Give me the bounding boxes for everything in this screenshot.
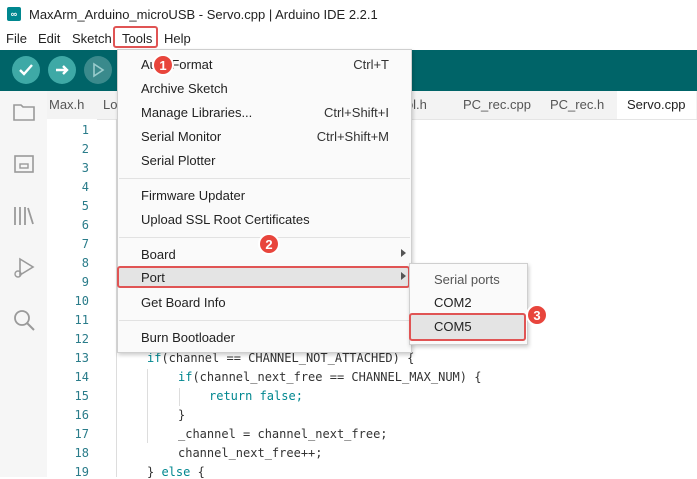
menu-item-port[interactable]: Port (117, 266, 411, 289)
menu-item-get-board-info[interactable]: Get Board Info (118, 292, 411, 314)
line-number: 17 (74, 427, 89, 441)
port-option-com5[interactable]: COM5 (434, 319, 472, 334)
code-line-17: _channel = channel_next_free; (178, 427, 388, 441)
tab-lo[interactable]: Lo (103, 97, 117, 112)
sketchbook-icon[interactable] (11, 99, 37, 125)
library-manager-icon[interactable] (11, 203, 37, 229)
menu-bar: File Edit Sketch Tools Help (0, 28, 697, 50)
menu-edit[interactable]: Edit (38, 31, 60, 46)
menu-item-manage-libraries[interactable]: Manage Libraries... Ctrl+Shift+I (118, 102, 411, 124)
line-number: 12 (74, 332, 89, 346)
debug-icon (93, 62, 105, 78)
boards-manager-icon[interactable] (11, 151, 37, 177)
line-number: 7 (81, 237, 89, 251)
line-number: 18 (74, 446, 89, 460)
line-number: 14 (74, 370, 89, 384)
arduino-logo-icon: ∞ (7, 7, 21, 21)
menu-item-firmware-updater[interactable]: Firmware Updater (118, 185, 411, 207)
debug-button[interactable] (84, 56, 112, 84)
indent-guide (179, 388, 180, 406)
tab-max-h[interactable]: Max.h (49, 97, 84, 112)
tab-servo-cpp[interactable]: Servo.cpp (617, 91, 696, 119)
line-number: 10 (74, 294, 89, 308)
search-icon[interactable] (11, 307, 37, 333)
code-line-14: if(channel_next_free == CHANNEL_MAX_NUM)… (178, 370, 482, 384)
menu-sketch[interactable]: Sketch (72, 31, 112, 46)
window-title: MaxArm_Arduino_microUSB - Servo.cpp | Ar… (29, 6, 378, 22)
tab-pc-rec-cpp[interactable]: PC_rec.cpp (463, 97, 531, 112)
title-bar: ∞ MaxArm_Arduino_microUSB - Servo.cpp | … (0, 0, 697, 28)
line-number-gutter: 1 2 3 4 5 6 7 8 9 10 11 12 13 14 15 16 1… (47, 119, 97, 479)
line-number: 11 (74, 313, 89, 327)
line-number: 3 (81, 161, 89, 175)
menu-file[interactable]: File (6, 31, 27, 46)
line-number: 15 (74, 389, 89, 403)
submenu-arrow-icon (401, 249, 406, 257)
line-number: 2 (81, 142, 89, 156)
step-badge-3: 3 (526, 304, 548, 326)
line-number: 5 (81, 199, 89, 213)
sidebar (0, 91, 48, 477)
port-option-com2[interactable]: COM2 (434, 295, 472, 310)
line-number: 13 (74, 351, 89, 365)
upload-button[interactable] (48, 56, 76, 84)
tab-pc-rec-h[interactable]: PC_rec.h (550, 97, 604, 112)
tools-highlight-box (113, 26, 158, 48)
menu-item-serial-monitor[interactable]: Serial Monitor Ctrl+Shift+M (118, 126, 411, 148)
code-line-18: channel_next_free++; (178, 446, 323, 460)
tools-menu: Auto Format Ctrl+T Archive Sketch Manage… (117, 49, 412, 353)
step-badge-2: 2 (258, 233, 280, 255)
line-number: 1 (81, 123, 89, 137)
verify-button[interactable] (12, 56, 40, 84)
line-number: 16 (74, 408, 89, 422)
serial-ports-header: Serial ports (434, 272, 500, 287)
menu-separator (119, 320, 410, 321)
line-number: 6 (81, 218, 89, 232)
line-number: 8 (81, 256, 89, 270)
debug-sidebar-icon[interactable] (11, 255, 37, 281)
port-submenu: Serial ports COM2 COM5 (409, 263, 528, 345)
menu-help[interactable]: Help (164, 31, 191, 46)
menu-item-serial-plotter[interactable]: Serial Plotter (118, 150, 411, 172)
upload-icon (56, 65, 69, 75)
menu-separator (119, 178, 410, 179)
menu-item-burn-bootloader[interactable]: Burn Bootloader (118, 327, 411, 349)
code-line-13: if(channel == CHANNEL_NOT_ATTACHED) { (147, 351, 415, 365)
line-number: 9 (81, 275, 89, 289)
step-badge-1: 1 (152, 54, 174, 76)
code-line-16: } (178, 408, 186, 422)
line-number: 4 (81, 180, 89, 194)
indent-guide (147, 369, 148, 443)
code-line-15: return false; (209, 389, 303, 403)
submenu-arrow-icon (401, 272, 406, 280)
menu-item-upload-ssl[interactable]: Upload SSL Root Certificates (118, 209, 411, 231)
verify-icon (19, 64, 33, 76)
menu-item-archive-sketch[interactable]: Archive Sketch (118, 78, 411, 100)
